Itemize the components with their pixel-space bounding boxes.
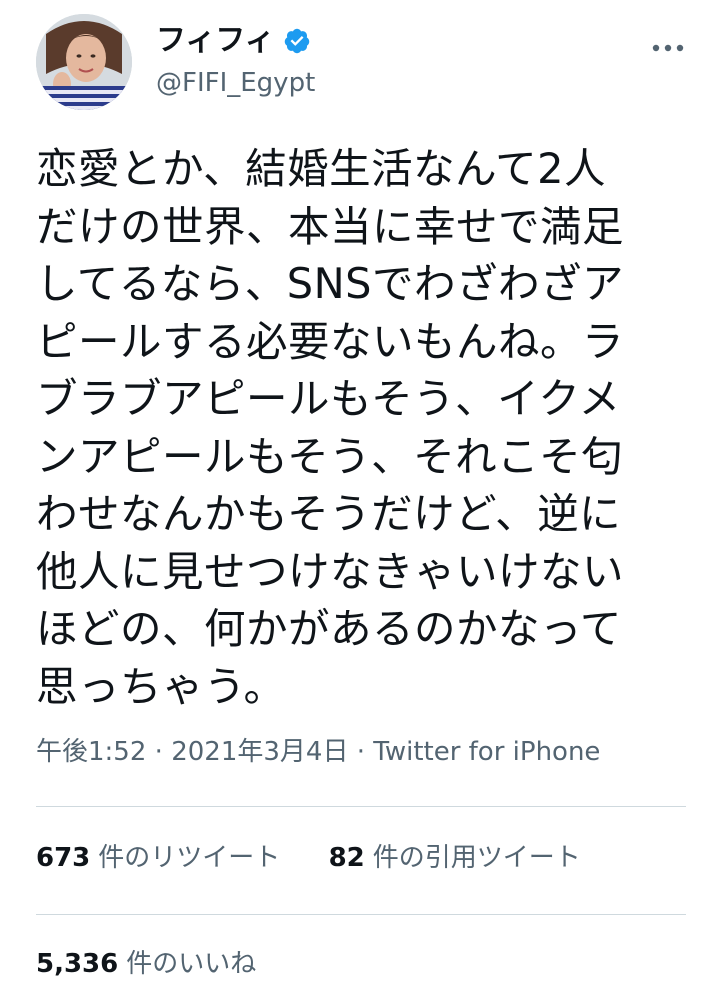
quote-tweets-count: 82 — [328, 843, 365, 873]
user-names: フィフィ @FIFI_Egypt — [156, 22, 315, 100]
quote-tweets-stat[interactable]: 82 件の引用ツイート — [329, 838, 581, 878]
user-handle[interactable]: @FIFI_Egypt — [156, 66, 315, 100]
likes-stats-row: 5,336 件のいいね — [36, 944, 256, 984]
meta-separator: · — [154, 737, 163, 767]
likes-count: 5,336 — [36, 949, 119, 979]
tweet-metadata: 午後1:52 · 2021年3月4日 · Twitter for iPhone — [36, 732, 600, 772]
tweet-source[interactable]: Twitter for iPhone — [373, 737, 600, 767]
divider — [36, 914, 686, 915]
more-options-icon[interactable] — [648, 40, 688, 56]
avatar-image — [36, 14, 132, 110]
retweets-count: 673 — [36, 843, 91, 873]
display-name[interactable]: フィフィ — [156, 22, 275, 60]
divider — [36, 806, 686, 807]
tweet-time[interactable]: 午後1:52 — [36, 737, 146, 767]
verified-badge-icon — [283, 27, 311, 55]
engagement-stats-row: 673 件のリツイート 82 件の引用ツイート — [36, 838, 581, 878]
retweets-stat[interactable]: 673 件のリツイート — [36, 838, 280, 878]
likes-label: 件のいいね — [126, 949, 257, 979]
tweet-date[interactable]: 2021年3月4日 — [171, 737, 348, 767]
display-name-row: フィフィ — [156, 22, 315, 60]
retweets-label: 件のリツイート — [98, 843, 281, 873]
tweet-header: フィフィ @FIFI_Egypt — [36, 14, 696, 114]
likes-stat[interactable]: 5,336 件のいいね — [36, 944, 256, 984]
tweet: フィフィ @FIFI_Egypt 恋愛とか、結婚生活なんて2人 だけの世界、本当… — [0, 0, 720, 1008]
avatar[interactable] — [36, 14, 132, 110]
tweet-text: 恋愛とか、結婚生活なんて2人 だけの世界、本当に幸せで満足 してるなら、SNSで… — [36, 144, 625, 711]
meta-separator: · — [356, 737, 365, 767]
quote-tweets-label: 件の引用ツイート — [372, 843, 581, 873]
